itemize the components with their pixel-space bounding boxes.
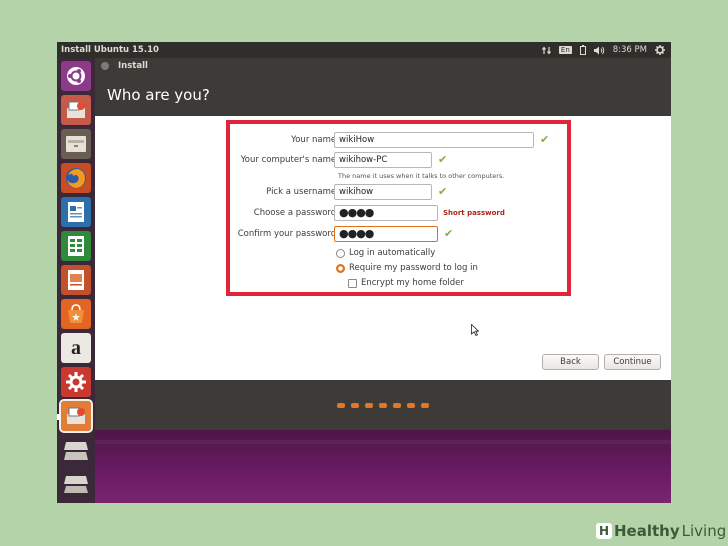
login-automatically-option[interactable]: Log in automatically (336, 248, 435, 258)
username-input[interactable]: wikihow (334, 184, 432, 200)
watermark-word-1: Healthy (614, 522, 680, 540)
files-icon[interactable] (61, 129, 91, 159)
software-center-icon[interactable] (61, 299, 91, 329)
progress-dots (95, 380, 671, 430)
writer-icon[interactable] (61, 197, 91, 227)
password-input[interactable]: ●●●● (334, 205, 438, 221)
heartbeat-icon: H (596, 523, 612, 539)
computer-name-row: Your computer's name: wikihow-PC ✔ (230, 152, 575, 170)
network-icon[interactable] (541, 46, 551, 55)
computer-name-input[interactable]: wikihow-PC (334, 152, 432, 168)
launcher: a (57, 58, 95, 503)
battery-icon[interactable] (579, 45, 586, 55)
panel-window-title: Install Ubuntu 15.10 (61, 45, 159, 55)
name-row: Your name: wikiHow ✔ (230, 132, 575, 150)
close-icon[interactable] (101, 62, 109, 70)
ubuntu-dash-icon[interactable] (61, 61, 91, 91)
progress-dot (393, 402, 401, 408)
window-titlebar[interactable]: Install (95, 58, 671, 74)
installer-content: Your name: wikiHow ✔ Your computer's nam… (95, 116, 671, 380)
confirm-password-label: Confirm your password: (237, 229, 339, 239)
progress-dot (351, 402, 359, 408)
trash-icon[interactable] (61, 469, 91, 499)
progress-dot (365, 402, 373, 408)
volume-icon[interactable] (593, 46, 605, 55)
require-password-radio[interactable] (336, 263, 345, 273)
back-button[interactable]: Back (542, 354, 599, 370)
check-icon: ✔ (438, 153, 448, 166)
name-label: Your name: (291, 135, 339, 145)
clock[interactable]: 8:36 PM (613, 45, 647, 55)
confirm-password-input[interactable]: ●●●● (334, 226, 438, 242)
encrypt-home-option[interactable]: Encrypt my home folder (348, 278, 464, 288)
login-automatically-label: Log in automatically (349, 248, 436, 258)
password-label: Choose a password: (253, 208, 339, 218)
require-password-option[interactable]: Require my password to log in (336, 263, 478, 273)
check-icon: ✔ (438, 185, 448, 198)
installer-window: Install Who are you? Your name: wikiHow … (95, 58, 671, 430)
require-password-label: Require my password to log in (349, 263, 478, 273)
workspace-switcher-icon[interactable] (61, 437, 91, 467)
desktop-screen: Install Ubuntu 15.10 En 8:36 PM a Instal… (57, 42, 671, 503)
window-title: Install (118, 61, 148, 71)
watermark-word-2: Living (681, 522, 727, 540)
encrypt-home-label: Encrypt my home folder (361, 278, 464, 288)
top-panel: Install Ubuntu 15.10 En 8:36 PM (57, 42, 671, 58)
progress-dot (407, 402, 415, 408)
encrypt-home-checkbox[interactable] (348, 278, 357, 288)
check-icon: ✔ (444, 227, 454, 240)
highlight-box: Your name: wikiHow ✔ Your computer's nam… (226, 120, 571, 296)
password-row: Choose a password: ●●●● Short password (230, 205, 575, 223)
keyboard-layout-indicator[interactable]: En (558, 46, 572, 54)
firefox-icon[interactable] (61, 163, 91, 193)
username-label: Pick a username: (266, 187, 339, 197)
login-automatically-radio[interactable] (336, 248, 345, 258)
calc-icon[interactable] (61, 231, 91, 261)
gear-icon[interactable] (655, 45, 665, 55)
confirm-password-row: Confirm your password: ●●●● ✔ (230, 226, 575, 244)
desktop-wallpaper (95, 430, 671, 503)
name-input[interactable]: wikiHow (334, 132, 534, 148)
page-title: Who are you? (95, 74, 671, 116)
watermark-logo: H Healthy Living (596, 522, 726, 540)
password-strength-warning: Short password (443, 209, 505, 217)
progress-dot (379, 402, 387, 408)
install-ubuntu-icon[interactable] (59, 399, 93, 433)
amazon-icon[interactable]: a (61, 333, 91, 363)
settings-icon[interactable] (61, 367, 91, 397)
computer-name-label: Your computer's name: (240, 155, 339, 165)
installer-icon[interactable] (61, 95, 91, 125)
active-app-indicator (57, 414, 60, 420)
computer-name-hint: The name it uses when it talks to other … (338, 172, 505, 180)
username-row: Pick a username: wikihow ✔ (230, 184, 575, 202)
system-tray: En 8:36 PM (541, 45, 671, 55)
check-icon: ✔ (540, 133, 550, 146)
progress-dot (337, 402, 345, 408)
continue-button[interactable]: Continue (604, 354, 661, 370)
mouse-pointer-icon (471, 324, 479, 336)
progress-dot (421, 402, 429, 408)
impress-icon[interactable] (61, 265, 91, 295)
amazon-glyph: a (71, 336, 81, 359)
